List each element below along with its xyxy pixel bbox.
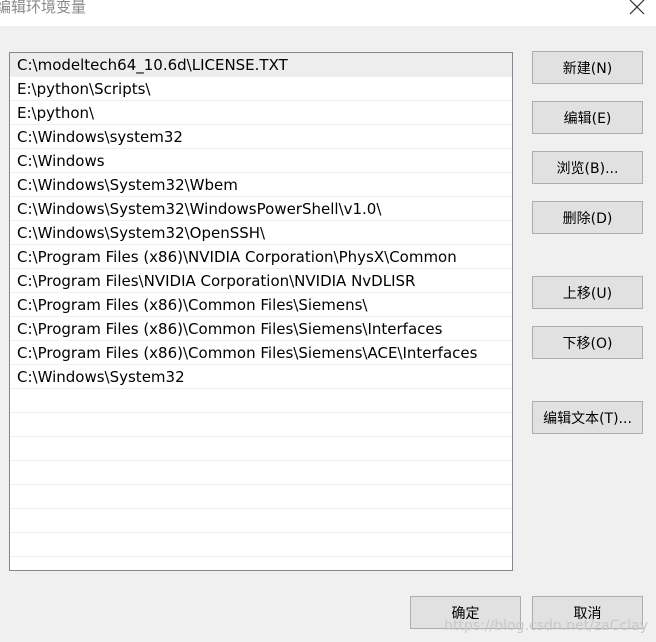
close-icon xyxy=(629,0,645,15)
empty-list-row[interactable] xyxy=(10,413,512,437)
path-list-item[interactable]: C:\Program Files\NVIDIA Corporation\NVID… xyxy=(10,269,512,293)
path-list-item[interactable]: C:\Windows\System32\Wbem xyxy=(10,173,512,197)
empty-list-row[interactable] xyxy=(10,485,512,509)
empty-list-row[interactable] xyxy=(10,509,512,533)
path-list-item[interactable]: C:\Program Files (x86)\Common Files\Siem… xyxy=(10,341,512,365)
path-list-item[interactable]: C:\Windows\System32 xyxy=(10,365,512,389)
title-bar: 编辑环境变量 xyxy=(0,0,656,26)
move-up-button[interactable]: 上移(U) xyxy=(532,276,643,309)
window-title: 编辑环境变量 xyxy=(0,0,87,16)
path-list-item[interactable]: C:\Program Files (x86)\Common Files\Siem… xyxy=(10,317,512,341)
path-list-item[interactable]: C:\Windows\System32\WindowsPowerShell\v1… xyxy=(10,197,512,221)
path-list-item[interactable]: C:\Windows\system32 xyxy=(10,125,512,149)
empty-list-row[interactable] xyxy=(10,533,512,557)
edit-button[interactable]: 编辑(E) xyxy=(532,101,643,134)
move-down-button[interactable]: 下移(O) xyxy=(532,326,643,359)
new-button[interactable]: 新建(N) xyxy=(532,51,643,84)
edit-text-button[interactable]: 编辑文本(T)... xyxy=(532,401,643,434)
path-list-item[interactable]: C:\Windows xyxy=(10,149,512,173)
close-button[interactable] xyxy=(626,0,648,18)
path-list-item[interactable]: E:\python\Scripts\ xyxy=(10,77,512,101)
empty-list-row[interactable] xyxy=(10,461,512,485)
watermark: https://blog.csdn.net/zaCclay xyxy=(444,618,648,634)
delete-button[interactable]: 删除(D) xyxy=(532,201,643,234)
browse-button[interactable]: 浏览(B)... xyxy=(532,151,643,184)
path-list-item[interactable]: E:\python\ xyxy=(10,101,512,125)
path-list-item[interactable]: C:\Program Files (x86)\Common Files\Siem… xyxy=(10,293,512,317)
path-list-item[interactable]: C:\Windows\System32\OpenSSH\ xyxy=(10,221,512,245)
path-list-item[interactable]: C:\modeltech64_10.6d\LICENSE.TXT xyxy=(10,53,512,77)
empty-list-row[interactable] xyxy=(10,389,512,413)
path-list-item[interactable]: C:\Program Files (x86)\NVIDIA Corporatio… xyxy=(10,245,512,269)
empty-list-row[interactable] xyxy=(10,437,512,461)
path-list[interactable]: C:\modeltech64_10.6d\LICENSE.TXT E:\pytho… xyxy=(9,52,513,571)
